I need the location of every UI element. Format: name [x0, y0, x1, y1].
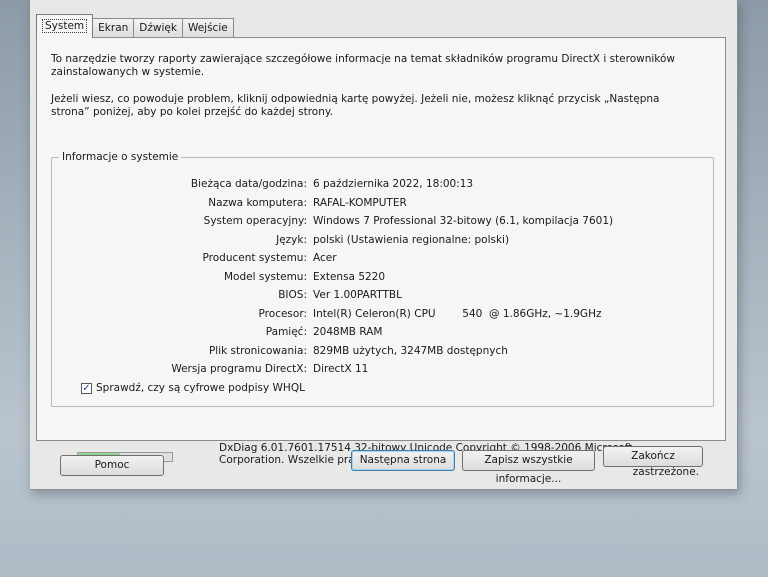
info-row-directx-version: Wersja programu DirectX: DirectX 11	[52, 363, 692, 378]
info-label: Nazwa komputera:	[208, 196, 307, 209]
info-label: Język:	[276, 233, 307, 246]
tab-input[interactable]: Wejście	[181, 18, 234, 38]
info-value: Intel(R) Celeron(R) CPU 540 @ 1.86GHz, ~…	[313, 307, 602, 320]
system-info-title: Informacje o systemie	[59, 151, 182, 163]
info-value: Extensa 5220	[313, 270, 386, 283]
info-label: Model systemu:	[223, 270, 307, 283]
info-label: Plik stronicowania:	[208, 344, 307, 357]
info-label: Procesor:	[258, 307, 307, 320]
dxdiag-window: System Ekran Dźwięk Wejście To narzędzie…	[30, 0, 738, 490]
info-value: 6 października 2022, 18:00:13	[313, 178, 474, 190]
system-tab-panel: To narzędzie tworzy raporty zawierające …	[36, 37, 726, 478]
tab-strip: System Ekran Dźwięk Wejście	[36, 14, 234, 38]
info-label: Producent systemu:	[202, 252, 307, 264]
info-label: Pamięć:	[265, 326, 307, 338]
tab-sound[interactable]: Dźwięk	[133, 18, 183, 38]
info-row-datetime: Bieżąca data/godzina: 6 października 202…	[52, 178, 692, 193]
info-label: Wersja programu DirectX:	[171, 363, 307, 375]
info-value: polski (Ustawienia regionalne: polski)	[313, 233, 510, 246]
whql-checkbox[interactable]: ✓	[81, 382, 92, 394]
info-row-language: Język: polski (Ustawienia regionalne: po…	[52, 234, 692, 249]
info-row-os: System operacyjny: Windows 7 Professiona…	[52, 215, 692, 230]
info-row-memory: Pamięć: 2048MB RAM	[52, 326, 692, 341]
copyright-line-2: zastrzeżone.	[632, 466, 699, 478]
info-value: Windows 7 Professional 32-bitowy (6.1, k…	[313, 215, 614, 227]
info-row-processor: Procesor: Intel(R) Celeron(R) CPU 540 @ …	[52, 308, 692, 323]
help-button[interactable]: Pomoc	[60, 455, 164, 476]
intro-text: To narzędzie tworzy raporty zawierające …	[51, 53, 676, 78]
whql-check-label: Sprawdź, czy są cyfrowe podpisy WHQL	[96, 382, 305, 394]
info-row-model: Model systemu: Extensa 5220	[52, 271, 692, 286]
tab-system[interactable]: System	[36, 14, 94, 38]
exit-button[interactable]: Zakończ	[603, 446, 703, 467]
info-row-computer-name: Nazwa komputera: RAFAL-KOMPUTER	[52, 197, 692, 212]
next-page-button[interactable]: Następna strona	[351, 450, 455, 471]
info-label: Bieżąca data/godzina:	[190, 178, 307, 190]
info-value: Ver 1.00PARTTBL	[313, 289, 402, 301]
info-value: Acer	[313, 252, 337, 264]
info-value: 829MB użytych, 3247MB dostępnych	[313, 344, 508, 357]
checkmark-icon: ✓	[82, 382, 91, 394]
info-row-bios: BIOS: Ver 1.00PARTTBL	[52, 289, 692, 304]
info-value: DirectX 11	[313, 363, 369, 375]
info-row-manufacturer: Producent systemu: Acer	[52, 252, 692, 267]
save-all-info-button[interactable]: Zapisz wszystkie informacje...	[462, 450, 595, 485]
info-row-page-file: Plik stronicowania: 829MB użytych, 3247M…	[52, 345, 692, 360]
instructions-text: Jeżeli wiesz, co powoduje problem, klikn…	[51, 93, 660, 118]
info-label: BIOS:	[278, 289, 307, 301]
info-label: System operacyjny:	[203, 215, 307, 227]
info-value: 2048MB RAM	[313, 326, 383, 338]
whql-check-row[interactable]: ✓ Sprawdź, czy są cyfrowe podpisy WHQL	[81, 382, 305, 394]
tab-display[interactable]: Ekran	[92, 18, 135, 38]
info-value: RAFAL-KOMPUTER	[313, 196, 407, 209]
system-info-group: Informacje o systemie Bieżąca data/godzi…	[51, 151, 714, 407]
